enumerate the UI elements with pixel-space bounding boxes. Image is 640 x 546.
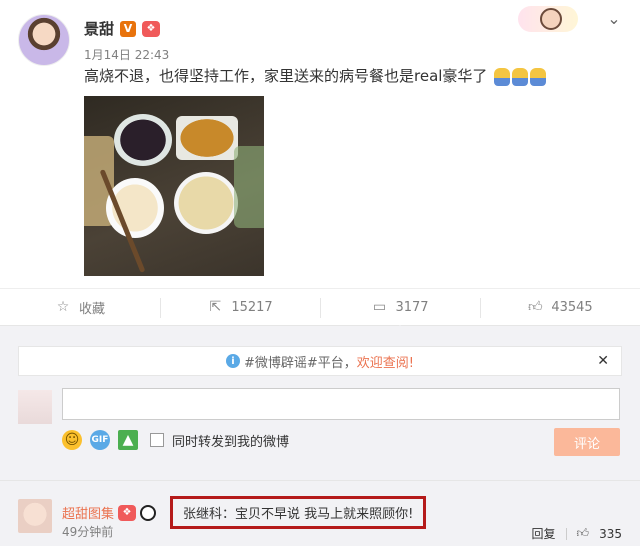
comment-item: 超甜图集 ❖ 张继科：宝贝不早说 我马上就来照顾你! 49分钟前 回复 👍︎ 3…	[0, 480, 640, 546]
star-icon: ☆	[56, 299, 70, 315]
comment-bubble-icon: ▭	[372, 299, 387, 315]
repost-button[interactable]: ⇱ 15217	[160, 289, 320, 325]
favorite-label: 收藏	[78, 301, 105, 317]
post-action-bar: ☆ 收藏 ⇱ 15217 ▭ 3177 👍︎ 43545	[0, 288, 640, 331]
share-arrow-icon: ⇱	[209, 299, 222, 315]
comment-timestamp: 49分钟前	[62, 525, 114, 539]
notice-link[interactable]: 欢迎查阅!	[357, 352, 414, 371]
info-icon: i	[225, 354, 240, 368]
like-button[interactable]: 👍︎ 43545	[480, 289, 640, 325]
composer-toolbar: ☺ GIF ▲ 同时转发到我的微博	[62, 430, 289, 450]
weibo-post: 景甜 V ❖ 1月14日 22:43 高烧不退，也得坚持工作，家里送来的病号餐也…	[0, 0, 640, 290]
sync-repost-checkbox[interactable]	[150, 433, 164, 447]
comment-like-count: 335	[599, 526, 622, 541]
post-text: 高烧不退，也得坚持工作，家里送来的病号餐也是real豪华了	[84, 66, 547, 86]
chevron-down-icon[interactable]: ⌄	[604, 8, 624, 28]
post-text-content: 高烧不退，也得坚持工作，家里送来的病号餐也是real豪华了	[84, 67, 488, 85]
repost-count: 15217	[231, 299, 273, 315]
emoji-group	[494, 67, 547, 86]
comment-header: 超甜图集 ❖ 张继科：宝贝不早说 我马上就来照顾你!	[62, 496, 427, 529]
photo-bowl-congee	[174, 172, 238, 234]
rumor-notice-banner: i #微博辟谣#平台， 欢迎查阅! ✕	[18, 346, 622, 376]
author-row: 景甜 V ❖	[84, 18, 161, 39]
cartoon-face-icon	[540, 8, 562, 30]
photo-tray-right	[234, 146, 264, 228]
comment-actions: 回复 👍︎ 335	[532, 525, 622, 542]
emoji-icon	[530, 67, 547, 86]
comment-button[interactable]: ▭ 3177	[320, 289, 480, 331]
favorite-button[interactable]: ☆ 收藏	[0, 289, 160, 325]
image-upload-icon[interactable]: ▲	[118, 430, 138, 450]
photo-tray-food	[176, 116, 238, 160]
photo-bowl-beans	[114, 114, 172, 166]
notice-text: #微博辟谣#平台，	[243, 355, 357, 371]
member-badge-icon: ❖	[118, 504, 137, 521]
comment-count: 3177	[395, 299, 429, 315]
comment-section: i #微博辟谣#平台， 欢迎查阅! ✕ ☺ GIF ▲ 同时转发到我的微博 评论…	[0, 326, 640, 546]
post-photo[interactable]	[84, 96, 264, 276]
comment-input[interactable]	[62, 388, 620, 420]
comment-text: 张继科：宝贝不早说 我马上就来照顾你!	[170, 496, 427, 529]
commenter-avatar[interactable]	[18, 499, 52, 533]
close-icon[interactable]: ✕	[597, 353, 609, 369]
divider	[565, 527, 567, 540]
panda-icon	[140, 504, 157, 521]
author-avatar[interactable]	[18, 14, 70, 66]
emoji-icon	[512, 67, 529, 86]
reply-button[interactable]: 回复	[532, 525, 556, 542]
gif-icon[interactable]: GIF	[90, 430, 110, 450]
current-user-avatar	[18, 390, 52, 424]
emoji-picker-icon[interactable]: ☺	[62, 430, 82, 450]
member-badge-icon: ❖	[142, 20, 161, 37]
verified-badge-icon: V	[120, 20, 137, 37]
thumbs-up-icon: 👍︎	[527, 299, 543, 315]
decorative-avatar-badge	[518, 6, 578, 32]
commenter-name[interactable]: 超甜图集	[62, 503, 114, 522]
post-timestamp[interactable]: 1月14日 22:43	[84, 46, 169, 63]
author-name[interactable]: 景甜	[84, 18, 114, 39]
sync-repost-label[interactable]: 同时转发到我的微博	[172, 431, 289, 450]
thumbs-up-icon[interactable]: 👍︎	[577, 526, 590, 541]
like-count: 43545	[551, 299, 593, 315]
submit-comment-button[interactable]: 评论	[554, 428, 620, 456]
emoji-icon	[494, 67, 511, 86]
